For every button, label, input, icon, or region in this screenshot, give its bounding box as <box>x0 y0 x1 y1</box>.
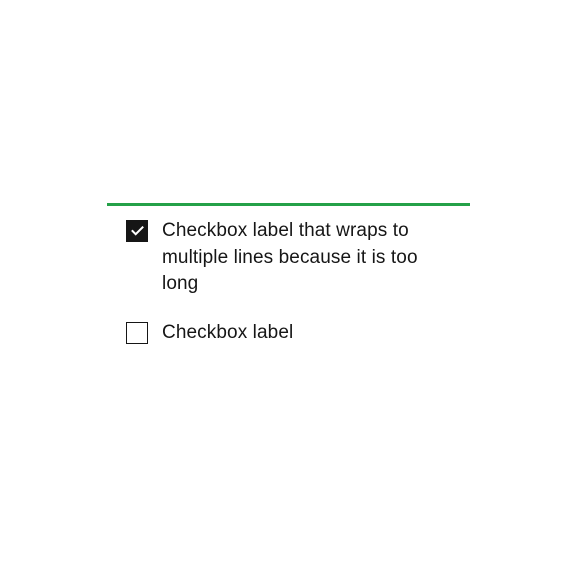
checkbox-group: Checkbox label that wraps to multiple li… <box>126 218 446 368</box>
checkbox-input-2[interactable] <box>126 322 148 344</box>
checkbox-label-2: Checkbox label <box>162 320 293 347</box>
checkmark-icon <box>131 226 144 236</box>
checkbox-label-1: Checkbox label that wraps to multiple li… <box>162 218 422 298</box>
top-divider <box>107 203 470 206</box>
checkbox-row-2[interactable]: Checkbox label <box>126 320 446 347</box>
checkbox-row-1[interactable]: Checkbox label that wraps to multiple li… <box>126 218 446 298</box>
checkbox-input-1[interactable] <box>126 220 148 242</box>
